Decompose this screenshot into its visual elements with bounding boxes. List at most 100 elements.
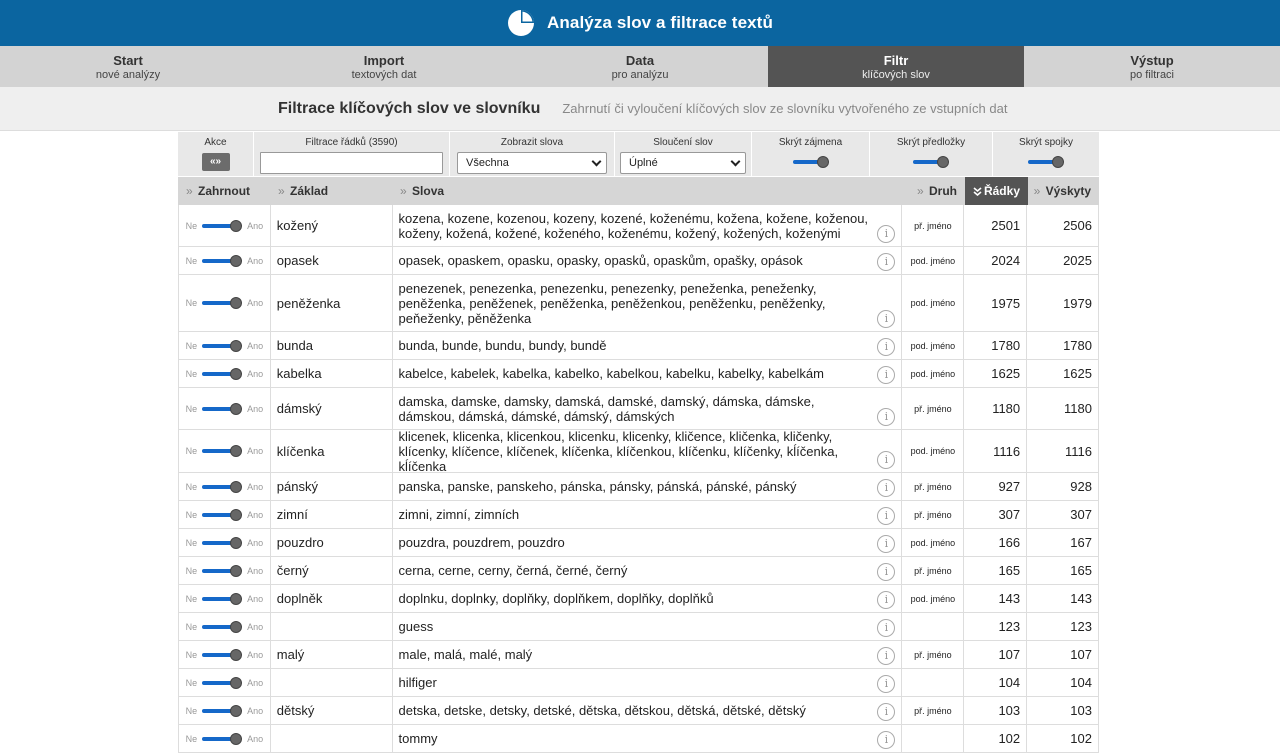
page-subtitle: Zahrnutí či vyloučení klíčových slov ze … (562, 101, 1008, 116)
include-toggle[interactable] (202, 445, 243, 457)
info-icon[interactable]: i (877, 451, 896, 469)
info-icon[interactable]: i (877, 310, 896, 328)
include-cell: Ne Ano (179, 275, 271, 331)
info-icon[interactable]: i (877, 619, 896, 637)
info-icon[interactable]: i (877, 408, 896, 426)
step-subtitle: nové analýzy (95, 69, 161, 81)
row-count: 102 (964, 725, 1028, 752)
akce-toggle-button[interactable]: «» (201, 153, 230, 171)
word-type (902, 613, 965, 640)
base-word: dětský (271, 697, 393, 724)
info-icon[interactable]: i (877, 675, 896, 693)
word-forms-text: doplnku, doplnky, doplňky, doplňkem, dop… (398, 591, 714, 606)
info-icon[interactable]: i (877, 731, 896, 749)
step-subtitle: po filtraci (1129, 69, 1175, 81)
include-toggle[interactable] (202, 339, 243, 352)
show-words-select[interactable]: Všechna (457, 152, 607, 174)
step-1[interactable]: Import textových dat (256, 46, 512, 87)
step-0[interactable]: Start nové analýzy (0, 46, 256, 87)
hide-conjunctions-toggle[interactable] (1028, 156, 1064, 170)
keyword-table-panel: Akce «» Filtrace řádků (3590) Zobrazit s… (178, 132, 1099, 753)
word-forms: male, malá, malé, malý i (393, 641, 903, 668)
row-filter-input[interactable] (260, 152, 443, 174)
info-icon[interactable]: i (877, 703, 896, 721)
include-toggle[interactable] (202, 219, 243, 232)
toggle-no-label: Ne (185, 481, 198, 492)
include-toggle[interactable] (202, 732, 243, 745)
info-icon[interactable]: i (877, 479, 896, 497)
include-toggle[interactable] (202, 564, 243, 577)
toggle-yes-label: Ano (247, 298, 264, 308)
row-count: 104 (964, 669, 1028, 696)
col-header-vyskyty[interactable]: » Výskyty (1028, 177, 1099, 205)
include-toggle[interactable] (202, 508, 243, 521)
toggle-yes-label: Ano (247, 733, 264, 744)
toggle-no-label: Ne (185, 298, 198, 308)
table-body: Ne Ano kožený kozena, kozene, kozenou, koze… (178, 205, 1099, 753)
step-4[interactable]: Výstup po filtraci (1024, 46, 1280, 87)
word-forms-text: penezenek, penezenka, penezenku, penezen… (398, 280, 826, 326)
occurrence-count: 1625 (1063, 366, 1092, 381)
col-header-slova[interactable]: » Slova (392, 177, 903, 205)
col-header-zahrnout[interactable]: » Zahrnout (178, 177, 270, 205)
base-word (271, 669, 393, 696)
include-toggle[interactable] (202, 536, 243, 549)
include-toggle[interactable] (202, 592, 243, 605)
merge-select[interactable]: Úplné (620, 152, 746, 174)
base-word: pánský (271, 473, 393, 500)
base-word: černý (271, 557, 393, 584)
toggle-no-label: Ne (185, 340, 198, 351)
word-type (902, 725, 965, 752)
row-count: 103 (964, 697, 1028, 724)
include-toggle[interactable] (202, 676, 243, 689)
word-forms-text: bunda, bunde, bundu, bundy, bundě (398, 338, 607, 353)
toggle-yes-label: Ano (247, 705, 264, 716)
include-toggle[interactable] (202, 297, 243, 309)
info-icon[interactable]: i (877, 563, 896, 581)
info-icon[interactable]: i (877, 647, 896, 665)
occurrence-count: 107 (1070, 647, 1092, 662)
base-word: opasek (271, 247, 393, 274)
page-title: Filtrace klíčových slov ve slovníku (278, 99, 541, 117)
include-toggle[interactable] (202, 367, 243, 380)
toggle-yes-label: Ano (247, 565, 264, 576)
chevron-down-icon (591, 156, 602, 167)
info-icon[interactable]: i (877, 225, 896, 243)
word-type: pod. jméno (902, 430, 965, 472)
toggle-no-label: Ne (185, 733, 198, 744)
info-icon[interactable]: i (877, 338, 896, 356)
table-row: Ne Ano tommy i 102 102 (178, 725, 1099, 753)
toggle-yes-label: Ano (247, 649, 264, 660)
word-forms-text: zimni, zimní, zimních (398, 507, 520, 522)
col-header-zaklad[interactable]: » Základ (270, 177, 392, 205)
base-word: peněženka (271, 275, 393, 331)
word-forms: tommy i (393, 725, 903, 752)
include-toggle[interactable] (202, 402, 243, 415)
include-toggle[interactable] (202, 620, 243, 633)
include-toggle[interactable] (202, 648, 243, 661)
include-toggle[interactable] (202, 480, 243, 493)
row-count: 1180 (964, 388, 1028, 429)
info-icon[interactable]: i (877, 535, 896, 553)
include-toggle[interactable] (202, 254, 243, 267)
col-header-radky[interactable]: Řádky (965, 177, 1028, 205)
word-forms-text: guess (398, 619, 434, 634)
page-header: Filtrace klíčových slov ve slovníku Zahr… (0, 87, 1280, 131)
word-forms-text: pouzdra, pouzdrem, pouzdro (398, 535, 565, 550)
hide-prepositions-toggle[interactable] (913, 156, 949, 170)
step-2[interactable]: Data pro analýzu (512, 46, 768, 87)
hide-pronouns-toggle[interactable] (792, 156, 829, 170)
info-icon[interactable]: i (877, 507, 896, 525)
info-icon[interactable]: i (877, 366, 896, 384)
include-cell: Ne Ano (179, 697, 271, 724)
include-toggle[interactable] (202, 704, 243, 717)
step-3[interactable]: Filtr klíčových slov (768, 46, 1024, 87)
info-icon[interactable]: i (877, 591, 896, 609)
word-forms: detska, detske, detsky, detské, dětska, … (393, 697, 903, 724)
word-type: př. jméno (902, 697, 965, 724)
row-count: 2501 (964, 205, 1028, 246)
occurrence-count: 2506 (1063, 218, 1092, 233)
wizard-steps: Start nové analýzy Import textových dat Data… (0, 46, 1280, 87)
info-icon[interactable]: i (877, 253, 896, 271)
col-header-druh[interactable]: » Druh (903, 177, 965, 205)
